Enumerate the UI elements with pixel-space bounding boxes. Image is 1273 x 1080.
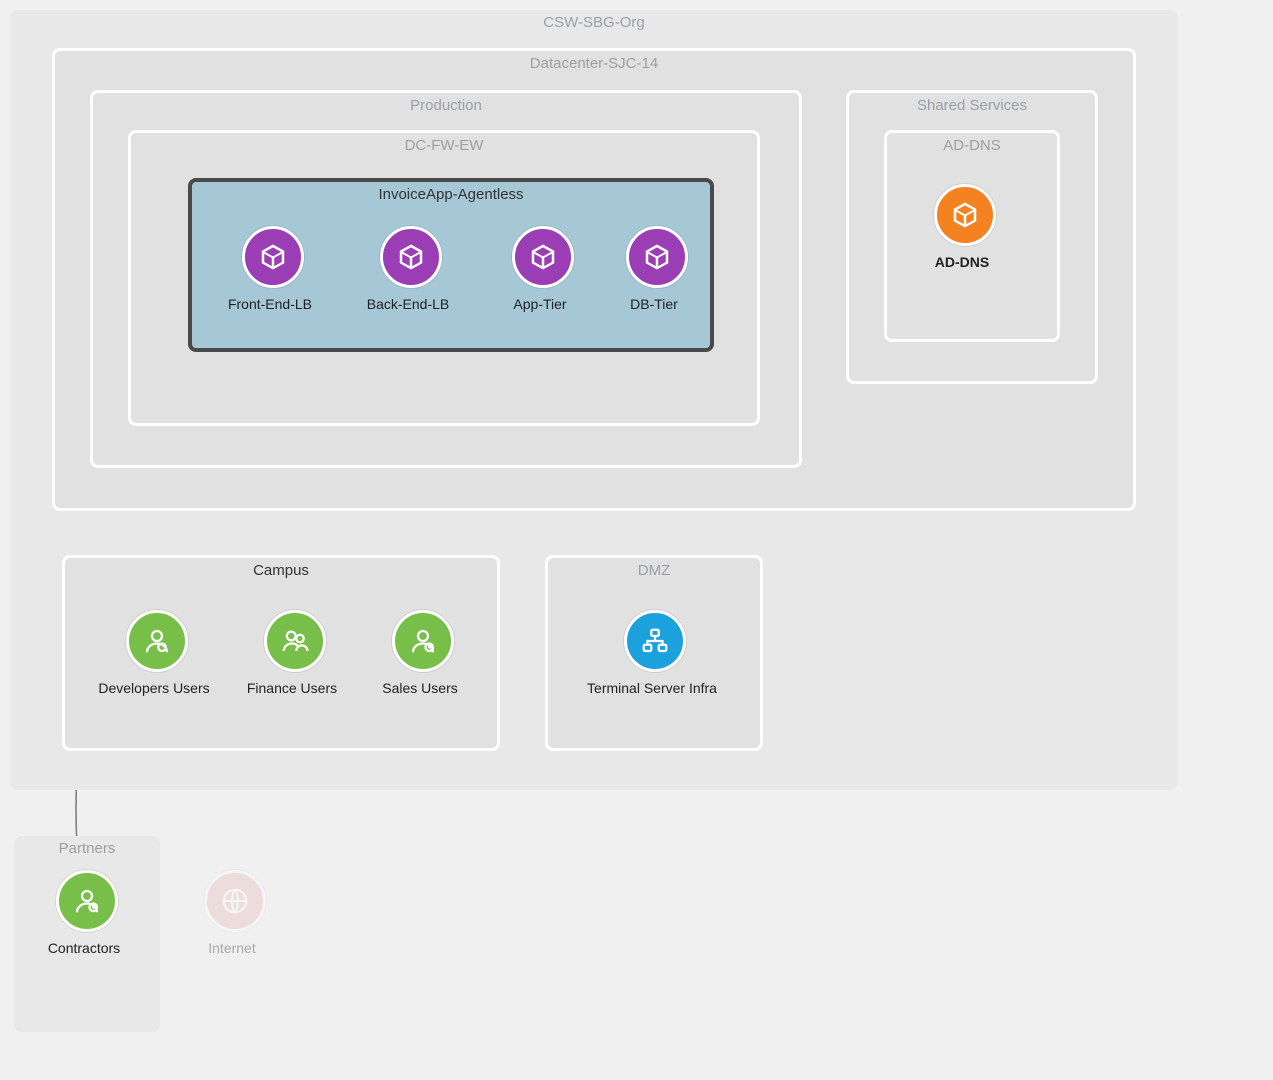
node-label: Internet xyxy=(162,940,302,956)
scope-label: CSW-SBG-Org xyxy=(10,14,1178,31)
scope-label: Partners xyxy=(14,840,160,857)
node-internet[interactable] xyxy=(204,870,266,932)
users-icon xyxy=(408,626,438,656)
users-icon xyxy=(142,626,172,656)
scope-label: Shared Services xyxy=(849,97,1095,114)
users-icon xyxy=(280,626,310,656)
scope-label: Production xyxy=(93,97,799,114)
node-back-end-lb[interactable] xyxy=(380,226,442,288)
users-icon xyxy=(72,886,102,916)
node-developers-users[interactable] xyxy=(126,610,188,672)
node-label: DB-Tier xyxy=(584,296,724,312)
scope-partners[interactable]: Partners xyxy=(14,836,160,1032)
node-label: Contractors xyxy=(14,940,154,956)
node-label: Developers Users xyxy=(84,680,224,696)
node-label: Terminal Server Infra xyxy=(582,680,722,696)
scope-label: AD-DNS xyxy=(887,137,1057,154)
node-ad-dns[interactable] xyxy=(934,184,996,246)
network-icon xyxy=(640,626,670,656)
scope-label: Datacenter-SJC-14 xyxy=(55,55,1133,72)
node-contractors[interactable] xyxy=(56,870,118,932)
cube-icon xyxy=(950,200,980,230)
node-label: Sales Users xyxy=(350,680,490,696)
scope-label: InvoiceApp-Agentless xyxy=(192,186,710,203)
scope-label: DC-FW-EW xyxy=(131,137,757,154)
node-sales-users[interactable] xyxy=(392,610,454,672)
node-label: AD-DNS xyxy=(892,254,1032,270)
scope-label: Campus xyxy=(65,562,497,579)
node-label: Finance Users xyxy=(222,680,362,696)
node-label: Front-End-LB xyxy=(200,296,340,312)
node-label: Back-End-LB xyxy=(338,296,478,312)
cube-icon xyxy=(528,242,558,272)
node-terminal-server[interactable] xyxy=(624,610,686,672)
cube-icon xyxy=(258,242,288,272)
node-app-tier[interactable] xyxy=(512,226,574,288)
node-db-tier[interactable] xyxy=(626,226,688,288)
cube-icon xyxy=(396,242,426,272)
node-front-end-lb[interactable] xyxy=(242,226,304,288)
globe-icon xyxy=(220,886,250,916)
node-finance-users[interactable] xyxy=(264,610,326,672)
scope-label: DMZ xyxy=(548,562,760,579)
cube-icon xyxy=(642,242,672,272)
